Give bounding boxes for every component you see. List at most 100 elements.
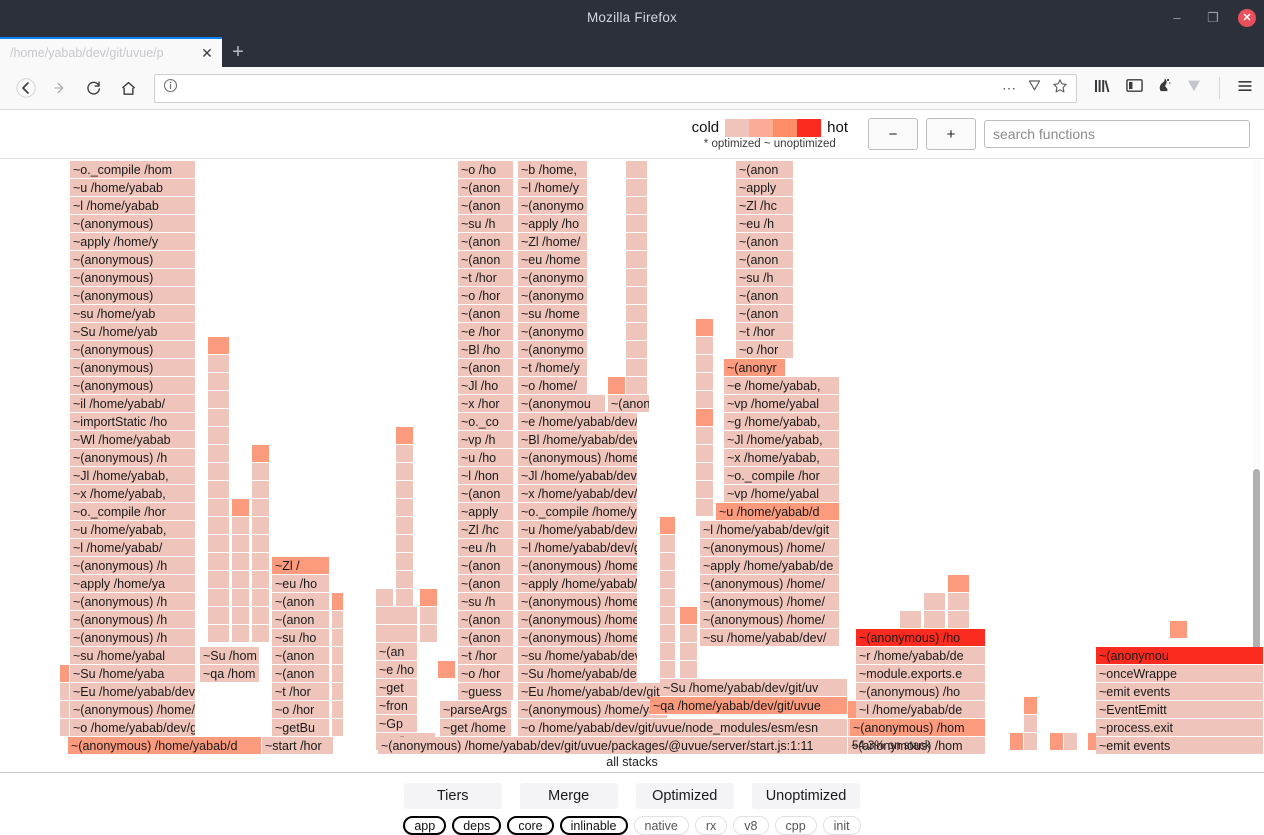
flame-frame[interactable]: ~Bl /home/yabab/dev/g: [518, 431, 638, 449]
flame-frame[interactable]: ~(anonymous): [70, 215, 196, 233]
flame-frame[interactable]: ~t /home/y: [518, 359, 588, 377]
flame-frame[interactable]: [208, 373, 230, 391]
flame-frame[interactable]: ~Zl /hc: [458, 521, 514, 539]
flame-frame[interactable]: [252, 463, 270, 481]
flame-frame[interactable]: [696, 391, 714, 409]
flame-frame[interactable]: [696, 355, 714, 373]
flame-frame[interactable]: ~o /home/yabab/dev/git/uv: [70, 719, 196, 737]
flame-frame[interactable]: ~(anon: [608, 395, 650, 413]
flame-frame[interactable]: [696, 481, 714, 499]
flame-frame[interactable]: ~(anon: [272, 647, 330, 665]
flame-frame[interactable]: [252, 571, 270, 589]
flame-frame[interactable]: ~l /home/yabab/dev/git: [700, 521, 840, 539]
flame-frame[interactable]: ~Jl /ho: [458, 377, 514, 395]
flame-frame[interactable]: ~get /home: [440, 719, 512, 737]
flame-frame[interactable]: [208, 625, 230, 643]
flame-frame[interactable]: [1064, 733, 1078, 751]
forward-button[interactable]: [44, 72, 76, 104]
flame-frame[interactable]: ~l /home/yabab/de: [856, 701, 986, 719]
flame-frame[interactable]: [900, 611, 922, 629]
flame-frame[interactable]: [626, 377, 648, 395]
flame-frame[interactable]: [696, 427, 714, 445]
flame-frame[interactable]: ~o._compile /home/yal: [518, 503, 638, 521]
flame-frame[interactable]: [332, 611, 344, 629]
flame-frame[interactable]: [396, 535, 414, 553]
flame-frame[interactable]: [948, 611, 970, 629]
flame-frame[interactable]: ~e /home/yabab/dev/g: [518, 413, 638, 431]
flame-frame[interactable]: ~Gp: [376, 715, 418, 733]
flame-frame[interactable]: ~t /hor: [458, 269, 514, 287]
flame-frame[interactable]: [660, 517, 676, 535]
flame-frame[interactable]: ~(anonymous) /hom: [850, 719, 986, 737]
flame-frame[interactable]: ~(anon: [458, 233, 514, 251]
flame-frame[interactable]: ~vp /home/yabal: [724, 395, 840, 413]
flame-frame[interactable]: ~apply /home/yabab/d: [518, 575, 638, 593]
flame-frame[interactable]: ~o._compile /hor: [724, 467, 840, 485]
flame-frame[interactable]: [252, 607, 270, 625]
flame-frame[interactable]: [626, 359, 648, 377]
flame-frame[interactable]: ~(anonymo: [518, 287, 588, 305]
flame-frame[interactable]: [626, 179, 648, 197]
flame-frame[interactable]: ~(anon: [458, 359, 514, 377]
flame-frame[interactable]: [252, 535, 270, 553]
flame-frame[interactable]: [396, 463, 414, 481]
flame-frame[interactable]: [60, 683, 70, 701]
filter-tag-native[interactable]: native: [633, 816, 689, 835]
flame-frame[interactable]: ~(anonymous) /h: [70, 593, 196, 611]
flame-frame[interactable]: ~(anon: [736, 161, 794, 179]
flame-frame[interactable]: ~eu /home: [518, 251, 588, 269]
flame-frame[interactable]: ~su /home/yab: [70, 305, 196, 323]
filter-tag-init[interactable]: init: [822, 816, 861, 835]
flame-frame[interactable]: [680, 661, 698, 679]
flame-frame[interactable]: [660, 589, 676, 607]
flame-frame[interactable]: ~g /home/yabab,: [724, 413, 840, 431]
flame-frame[interactable]: ~(anon: [272, 665, 330, 683]
flame-frame[interactable]: ~(anonymous) /home/yabab/dev/git/uvue/pa…: [378, 737, 848, 754]
search-input[interactable]: [984, 120, 1250, 148]
library-icon[interactable]: [1093, 77, 1113, 100]
flame-frame[interactable]: ~(anonymous) /home/: [700, 539, 840, 557]
flame-frame[interactable]: ~t /hor: [272, 683, 330, 701]
page-actions-icon[interactable]: ⋯: [1002, 80, 1017, 97]
flame-frame[interactable]: ~(anonymo: [518, 197, 588, 215]
flame-frame[interactable]: [626, 197, 648, 215]
zoom-out-button[interactable]: −: [868, 118, 918, 150]
flame-frame[interactable]: ~(anonymous) /home/: [518, 449, 638, 467]
flame-frame[interactable]: [438, 661, 456, 679]
flame-frame[interactable]: [626, 341, 648, 359]
flame-frame[interactable]: ~o._compile /hom: [70, 161, 196, 179]
flame-frame[interactable]: [332, 701, 344, 719]
flame-frame[interactable]: [208, 409, 230, 427]
flame-frame[interactable]: ~(anon: [458, 305, 514, 323]
flame-frame[interactable]: [208, 517, 230, 535]
flame-frame[interactable]: ~o /hor: [736, 341, 794, 359]
flame-frame[interactable]: ~t /hor: [458, 647, 514, 665]
flame-frame[interactable]: [208, 499, 230, 517]
flame-frame[interactable]: [208, 427, 230, 445]
flame-frame[interactable]: [626, 161, 648, 179]
flame-frame[interactable]: ~u /home/yabab/d: [716, 503, 840, 521]
flame-frame[interactable]: ~(anon: [272, 611, 330, 629]
flame-frame[interactable]: [232, 607, 250, 625]
flame-frame[interactable]: ~Wl /home/yabab: [70, 431, 196, 449]
flame-frame[interactable]: ~(anon: [458, 575, 514, 593]
flame-frame[interactable]: ~eu /ho: [272, 575, 330, 593]
flame-frame[interactable]: ~(anonymous) /h: [70, 449, 196, 467]
flame-frame[interactable]: ~(anonymous) /home/: [518, 611, 638, 629]
flame-frame[interactable]: ~eu /h: [736, 215, 794, 233]
flame-frame[interactable]: ~(anon: [458, 629, 514, 647]
flame-frame[interactable]: [208, 355, 230, 373]
flame-frame[interactable]: [376, 625, 418, 643]
flame-frame[interactable]: ~apply /home/yabab/de: [700, 557, 840, 575]
flame-frame[interactable]: ~(anonymous) /home/: [700, 611, 840, 629]
filter-tag-v8[interactable]: v8: [733, 816, 769, 835]
flame-frame[interactable]: ~Eu /home/yabab/dev/git/uvue: [518, 683, 668, 701]
flame-frame[interactable]: ~(anonyr: [724, 359, 786, 377]
flame-frame[interactable]: [252, 517, 270, 535]
flame-frame[interactable]: ~onceWrappe: [1096, 665, 1264, 683]
flame-frame[interactable]: [660, 643, 676, 661]
flame-frame[interactable]: ~(anonymous) /home/: [518, 557, 638, 575]
flame-frame[interactable]: ~vp /h: [458, 431, 514, 449]
flame-frame[interactable]: ~(anonymous): [70, 377, 196, 395]
flame-frame[interactable]: ~emit events: [1096, 683, 1264, 701]
